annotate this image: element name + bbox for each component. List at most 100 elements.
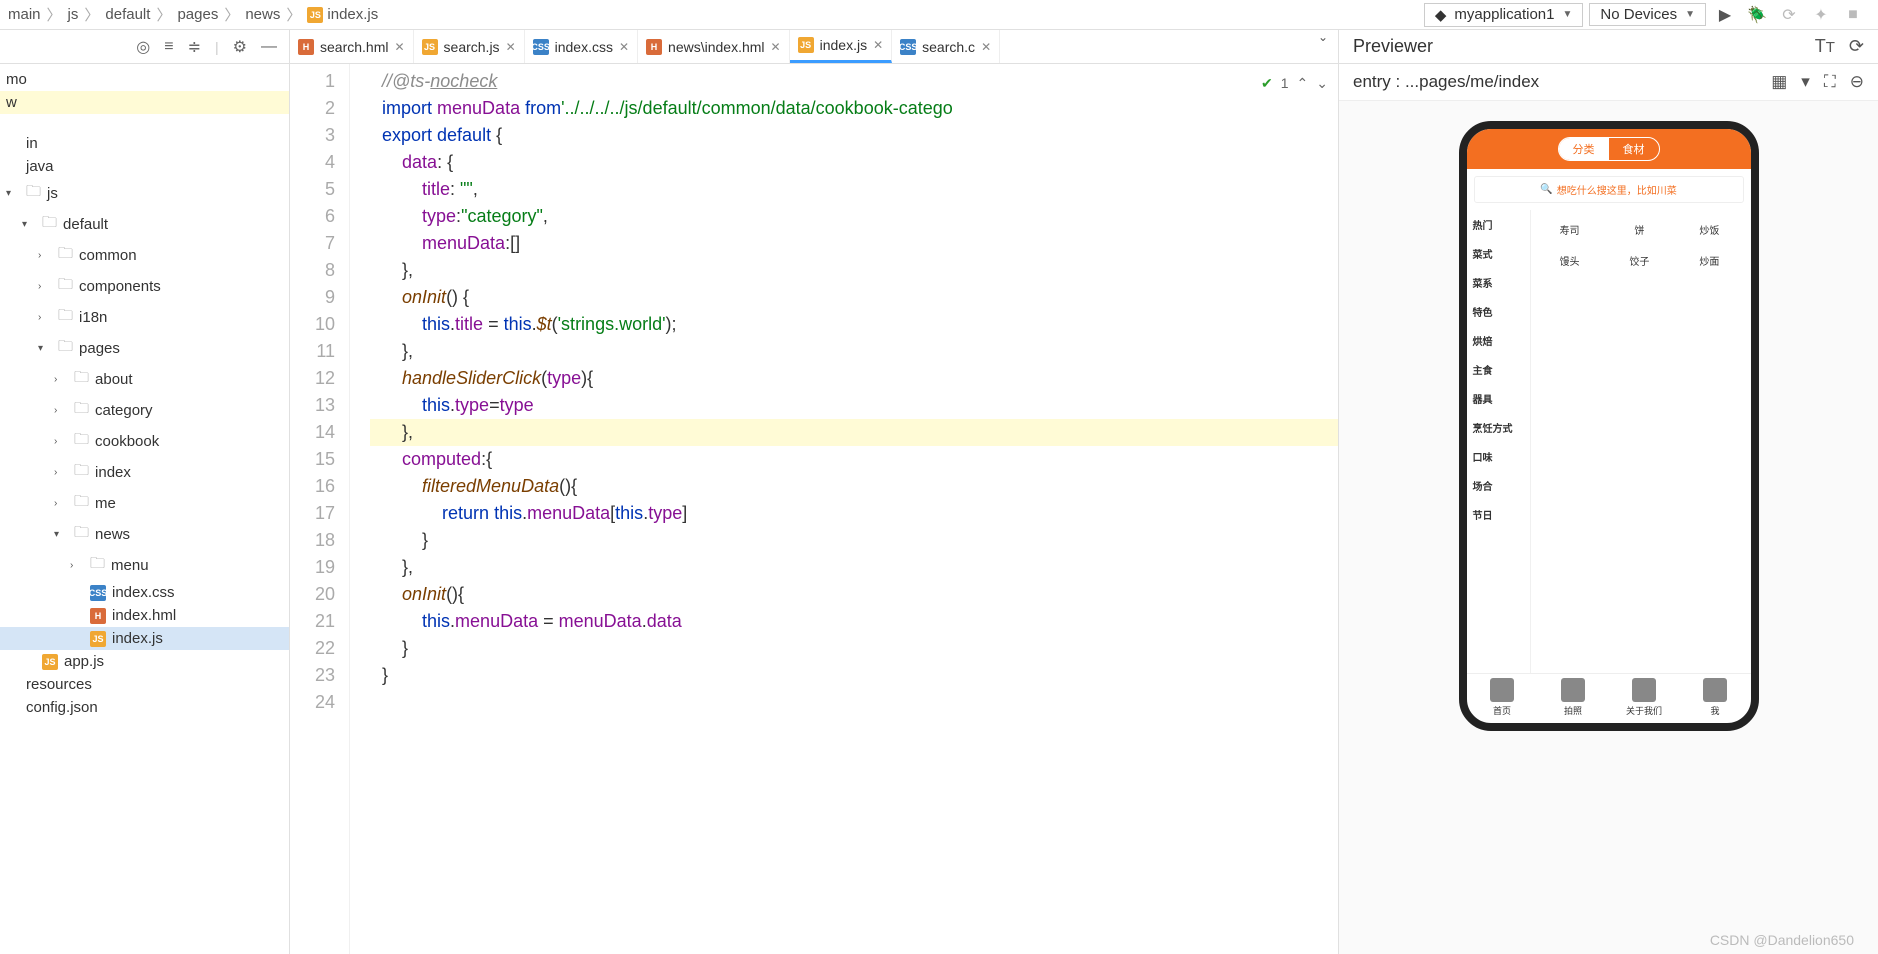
grid-icon[interactable]: ▦ [1771, 72, 1787, 92]
tree-item-pages[interactable]: ▾🗀pages [0, 333, 289, 364]
nav-首页[interactable]: 首页 [1467, 674, 1538, 723]
tree-item-index.hml[interactable]: Hindex.hml [0, 604, 289, 627]
tree-item-common[interactable]: ›🗀common [0, 240, 289, 271]
coverage-button[interactable]: ⟳ [1776, 3, 1802, 27]
nav-拍照[interactable]: 拍照 [1538, 674, 1609, 723]
category-口味[interactable]: 口味 [1467, 442, 1530, 471]
close-icon[interactable]: ✕ [619, 40, 629, 54]
hide-icon[interactable]: — [261, 38, 277, 56]
chevron-icon[interactable]: ▾ [22, 219, 36, 230]
chevron-icon[interactable]: › [70, 560, 84, 571]
js-icon: JS [42, 654, 58, 670]
grid-item-饺子[interactable]: 饺子 [1604, 245, 1674, 276]
close-icon[interactable]: ✕ [981, 40, 991, 54]
tree-item-app.js[interactable]: JSapp.js [0, 650, 289, 673]
chevron-icon[interactable]: › [38, 312, 52, 323]
chevron-icon[interactable]: › [38, 250, 52, 261]
hml-icon: H [90, 608, 106, 624]
code-editor[interactable]: 123456789101112131415161718192021222324 … [290, 64, 1338, 954]
chevron-icon[interactable]: › [54, 467, 68, 478]
zoom-out-icon[interactable]: ⊖ [1850, 72, 1864, 92]
category-器具[interactable]: 器具 [1467, 384, 1530, 413]
next-problem-icon[interactable]: ⌄ [1316, 70, 1328, 97]
tab-index.css[interactable]: CSSindex.css✕ [525, 30, 638, 63]
tree-item-in[interactable]: in [0, 132, 289, 155]
grid-item-炒饭[interactable]: 炒饭 [1674, 214, 1744, 245]
tree-item-index.js[interactable]: JSindex.js [0, 627, 289, 650]
category-主食[interactable]: 主食 [1467, 355, 1530, 384]
font-size-icon[interactable]: TT [1815, 36, 1835, 57]
close-icon[interactable]: ✕ [771, 40, 781, 54]
search-input[interactable]: 🔍 想吃什么搜这里，比如川菜 [1474, 176, 1744, 203]
gear-icon[interactable]: ⚙ [233, 37, 247, 57]
category-热门[interactable]: 热门 [1467, 210, 1530, 239]
chevron-icon[interactable]: › [54, 436, 68, 447]
category-烹饪方式[interactable]: 烹饪方式 [1467, 413, 1530, 442]
prev-problem-icon[interactable]: ⌃ [1297, 70, 1309, 97]
grid-item-馒头[interactable]: 馒头 [1535, 245, 1605, 276]
project-dropdown[interactable]: ◆ myapplication1 ▼ [1424, 3, 1584, 27]
tab-search.js[interactable]: JSsearch.js✕ [414, 30, 525, 63]
chevron-icon[interactable]: › [38, 281, 52, 292]
close-icon[interactable]: ✕ [873, 38, 883, 52]
tab-search.hml[interactable]: Hsearch.hml✕ [290, 30, 414, 63]
target-icon[interactable]: ◎ [136, 37, 150, 57]
category-烘焙[interactable]: 烘焙 [1467, 326, 1530, 355]
tab-ingredient[interactable]: 食材 [1609, 138, 1659, 160]
devices-dropdown[interactable]: No Devices ▼ [1589, 3, 1706, 26]
chevron-icon[interactable]: ▾ [38, 343, 52, 354]
tree-item-category[interactable]: ›🗀category [0, 395, 289, 426]
tree-item[interactable]: w [0, 91, 289, 114]
tree-item-menu[interactable]: ›🗀menu [0, 550, 289, 581]
tab-search.c[interactable]: CSSsearch.c✕ [892, 30, 1000, 63]
chevron-down-icon: ▼ [1562, 9, 1572, 20]
tree-item-resources[interactable]: resources [0, 673, 289, 696]
category-菜系[interactable]: 菜系 [1467, 268, 1530, 297]
refresh-icon[interactable]: ⟳ [1849, 36, 1864, 57]
nav-我[interactable]: 我 [1680, 674, 1751, 723]
tree-item-components[interactable]: ›🗀components [0, 271, 289, 302]
device-preview: 分类 食材 🔍 想吃什么搜这里，比如川菜 热门菜式菜系特色烘焙主食器具烹饪方式口… [1459, 121, 1759, 731]
tree-item-cookbook[interactable]: ›🗀cookbook [0, 426, 289, 457]
profile-button[interactable]: ✦ [1808, 3, 1834, 27]
crop-icon[interactable]: ⛶ [1824, 72, 1836, 92]
tree-item-about[interactable]: ›🗀about [0, 364, 289, 395]
close-icon[interactable]: ✕ [506, 40, 516, 54]
category-节日[interactable]: 节日 [1467, 500, 1530, 529]
chevron-icon[interactable]: › [54, 374, 68, 385]
grid-item-寿司[interactable]: 寿司 [1535, 214, 1605, 245]
chevron-icon[interactable]: › [54, 405, 68, 416]
grid-item-炒面[interactable]: 炒面 [1674, 245, 1744, 276]
chevron-icon[interactable]: ▾ [6, 188, 20, 199]
tree-item-config.json[interactable]: config.json [0, 696, 289, 719]
tree-item-js[interactable]: ▾🗀js [0, 178, 289, 209]
category-场合[interactable]: 场合 [1467, 471, 1530, 500]
tree-item-i18n[interactable]: ›🗀i18n [0, 302, 289, 333]
expand-icon[interactable]: ≡ [164, 38, 173, 56]
tree-item-me[interactable]: ›🗀me [0, 488, 289, 519]
run-button[interactable]: ▶ [1712, 3, 1738, 27]
debug-button[interactable]: 🪲 [1744, 3, 1770, 27]
tab-overflow-dropdown[interactable]: ⌄ [1308, 30, 1338, 63]
category-菜式[interactable]: 菜式 [1467, 239, 1530, 268]
stop-button[interactable]: ■ [1840, 3, 1866, 27]
nav-关于我们[interactable]: 关于我们 [1609, 674, 1680, 723]
chevron-icon[interactable]: › [54, 498, 68, 509]
category-特色[interactable]: 特色 [1467, 297, 1530, 326]
tree-item-index.css[interactable]: CSSindex.css [0, 581, 289, 604]
collapse-icon[interactable]: ≑ [188, 37, 201, 57]
tab-index.js[interactable]: JSindex.js✕ [790, 30, 893, 63]
problems-count[interactable]: 1 [1281, 70, 1289, 97]
grid-item-饼[interactable]: 饼 [1604, 214, 1674, 245]
tree-item-java[interactable]: java [0, 155, 289, 178]
breadcrumb[interactable]: main〉 js〉 default〉 pages〉 news〉 JS index… [0, 4, 1424, 25]
tab-news\index.hml[interactable]: Hnews\index.hml✕ [638, 30, 790, 63]
chevron-icon[interactable]: ▾ [54, 529, 68, 540]
close-icon[interactable]: ✕ [394, 40, 404, 54]
chevron-down-icon[interactable]: ▾ [1801, 72, 1810, 92]
tree-item-news[interactable]: ▾🗀news [0, 519, 289, 550]
tree-item-index[interactable]: ›🗀index [0, 457, 289, 488]
tree-item-default[interactable]: ▾🗀default [0, 209, 289, 240]
tree-root[interactable]: mo [0, 68, 289, 91]
tab-category[interactable]: 分类 [1559, 138, 1609, 160]
